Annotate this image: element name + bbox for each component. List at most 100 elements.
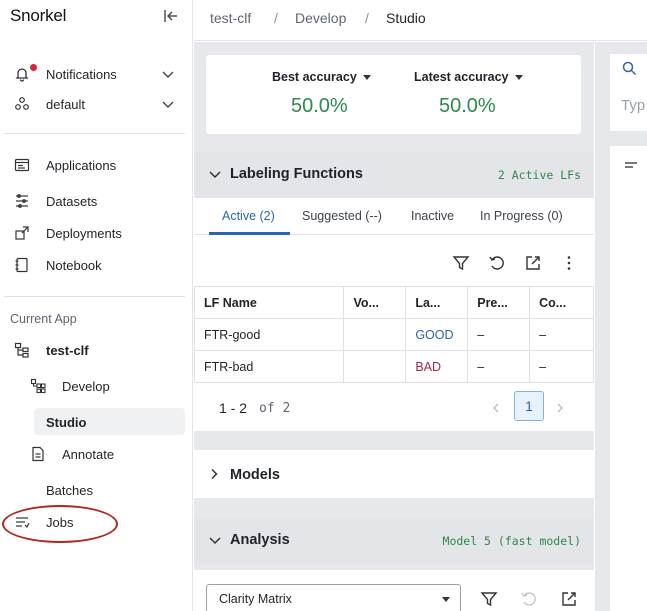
latest-accuracy-dropdown[interactable]: Latest accuracy bbox=[414, 70, 523, 84]
caret-down-icon bbox=[362, 74, 371, 80]
models-section-header[interactable]: Models bbox=[194, 450, 594, 498]
breadcrumb-separator: / bbox=[365, 10, 369, 26]
analysis-select[interactable]: Clarity Matrix bbox=[206, 584, 461, 611]
lf-panel: Active (2) Suggested (--) Inactive In Pr… bbox=[193, 198, 594, 431]
col-label[interactable]: La... bbox=[405, 286, 469, 319]
chevron-right-icon[interactable] bbox=[554, 402, 566, 414]
analysis-section-header[interactable]: Analysis Model 5 (fast model) bbox=[194, 518, 594, 564]
sidebar-item-label: Batches bbox=[46, 482, 93, 498]
table-row[interactable]: FTR-good GOOD – – bbox=[193, 318, 594, 351]
filter-icon[interactable] bbox=[480, 590, 498, 608]
sidebar-item-datasets[interactable]: Datasets bbox=[0, 188, 193, 214]
sidebar-item-notebook[interactable]: Notebook bbox=[0, 252, 193, 278]
breadcrumb-develop[interactable]: Develop bbox=[295, 10, 346, 26]
col-coverage[interactable]: Co... bbox=[529, 286, 594, 319]
lf-name-cell: FTR-bad bbox=[193, 350, 345, 383]
datasets-icon bbox=[16, 194, 28, 208]
caret-down-icon bbox=[442, 597, 450, 602]
breadcrumb-app[interactable]: test-clf bbox=[210, 10, 251, 26]
search-icon[interactable] bbox=[622, 61, 637, 76]
workspace-icon bbox=[15, 97, 29, 110]
top-header: test-clf / Develop / Studio bbox=[194, 0, 647, 41]
annotate-icon bbox=[32, 446, 44, 462]
sidebar: Snorkel Notifications default Applicatio… bbox=[0, 0, 193, 611]
detail-card bbox=[610, 146, 647, 611]
chevron-down-icon[interactable] bbox=[161, 97, 175, 111]
lf-tabs: Active (2) Suggested (--) Inactive In Pr… bbox=[194, 198, 594, 235]
sidebar-item-develop[interactable]: Develop bbox=[0, 373, 193, 399]
chevron-down-icon[interactable] bbox=[208, 168, 222, 182]
pagination-range: 1 - 2 bbox=[219, 400, 248, 416]
col-precision[interactable]: Pre... bbox=[467, 286, 531, 319]
analysis-panel: Clarity Matrix bbox=[194, 570, 594, 611]
collapse-sidebar-icon[interactable] bbox=[162, 7, 180, 25]
sidebar-item-label: Notebook bbox=[46, 257, 102, 273]
accuracy-card: Best accuracy 50.0% Latest accuracy 50.0… bbox=[206, 55, 581, 134]
develop-icon bbox=[30, 378, 46, 394]
deployments-icon bbox=[15, 226, 29, 240]
col-votes[interactable]: Vo... bbox=[343, 286, 407, 319]
sidebar-item-app[interactable]: test-clf bbox=[0, 337, 193, 363]
label-cell: BAD bbox=[405, 350, 469, 383]
open-external-icon[interactable] bbox=[524, 254, 542, 272]
precision-cell: – bbox=[467, 318, 531, 351]
latest-accuracy-value: 50.0% bbox=[439, 95, 496, 117]
refresh-icon[interactable] bbox=[488, 254, 506, 272]
sidebar-item-deployments[interactable]: Deployments bbox=[0, 220, 193, 246]
applications-icon bbox=[14, 158, 30, 172]
chevron-down-icon[interactable] bbox=[161, 67, 175, 81]
sidebar-divider bbox=[4, 133, 185, 134]
sidebar-item-label: Applications bbox=[46, 157, 117, 173]
chevron-down-icon[interactable] bbox=[208, 534, 222, 548]
current-app-label: Current App bbox=[10, 312, 77, 326]
bell-icon bbox=[15, 68, 29, 82]
workspace-selector[interactable]: default bbox=[0, 91, 193, 117]
open-external-icon[interactable] bbox=[560, 590, 578, 608]
table-header-row: LF Name Vo... La... Pre... Co... bbox=[193, 286, 594, 319]
col-lf-name[interactable]: LF Name bbox=[193, 286, 345, 319]
tab-suggested[interactable]: Suggested (--) bbox=[302, 198, 382, 235]
notebook-icon bbox=[15, 257, 28, 273]
brand-logo: Snorkel bbox=[10, 6, 67, 25]
refresh-icon[interactable] bbox=[520, 590, 538, 608]
caret-down-icon bbox=[514, 74, 523, 80]
chevron-left-icon[interactable] bbox=[490, 402, 502, 414]
active-lfs-count: 2 Active LFs bbox=[497, 168, 581, 182]
analysis-select-value: Clarity Matrix bbox=[219, 592, 292, 606]
chevron-right-icon[interactable] bbox=[208, 468, 220, 480]
notifications-item[interactable]: Notifications bbox=[0, 61, 193, 87]
lf-table: LF Name Vo... La... Pre... Co... FTR-goo… bbox=[193, 286, 594, 383]
sidebar-item-batches[interactable]: Batches bbox=[0, 477, 193, 503]
sidebar-item-applications[interactable]: Applications bbox=[0, 152, 193, 178]
best-accuracy-label: Best accuracy bbox=[272, 70, 357, 84]
sidebar-item-label: Datasets bbox=[46, 193, 98, 209]
notifications-label: Notifications bbox=[46, 66, 117, 82]
tab-inactive[interactable]: Inactive bbox=[411, 198, 454, 235]
active-tab-indicator bbox=[209, 232, 290, 235]
right-pane bbox=[595, 42, 647, 611]
filter-icon[interactable] bbox=[452, 254, 470, 272]
sidebar-item-studio[interactable]: Studio bbox=[0, 409, 193, 435]
analysis-section-title: Analysis bbox=[230, 532, 290, 548]
sidebar-item-label: Studio bbox=[46, 414, 87, 430]
best-accuracy-dropdown[interactable]: Best accuracy bbox=[272, 70, 371, 84]
search-input[interactable]: Typ bbox=[621, 97, 645, 114]
page-number-button[interactable]: 1 bbox=[514, 391, 544, 421]
jobs-annotation-ring bbox=[2, 505, 118, 543]
more-options-icon[interactable] bbox=[560, 254, 578, 272]
app-name: test-clf bbox=[46, 342, 89, 358]
sidebar-item-label: Develop bbox=[62, 378, 110, 394]
table-row[interactable]: FTR-bad BAD – – bbox=[193, 350, 594, 383]
tab-active[interactable]: Active (2) bbox=[222, 198, 275, 235]
coverage-cell: – bbox=[529, 350, 594, 383]
votes-cell bbox=[343, 350, 407, 383]
pagination-total: of 2 bbox=[259, 401, 291, 416]
label-cell: GOOD bbox=[405, 318, 469, 351]
models-section-title: Models bbox=[230, 467, 280, 483]
menu-lines-icon[interactable] bbox=[624, 160, 638, 172]
sidebar-item-label: Annotate bbox=[62, 446, 115, 462]
lf-section-header[interactable]: Labeling Functions 2 Active LFs bbox=[194, 152, 594, 198]
tab-in-progress[interactable]: In Progress (0) bbox=[480, 198, 563, 235]
sidebar-item-annotate[interactable]: Annotate bbox=[0, 441, 193, 467]
breadcrumb-studio: Studio bbox=[386, 10, 426, 26]
